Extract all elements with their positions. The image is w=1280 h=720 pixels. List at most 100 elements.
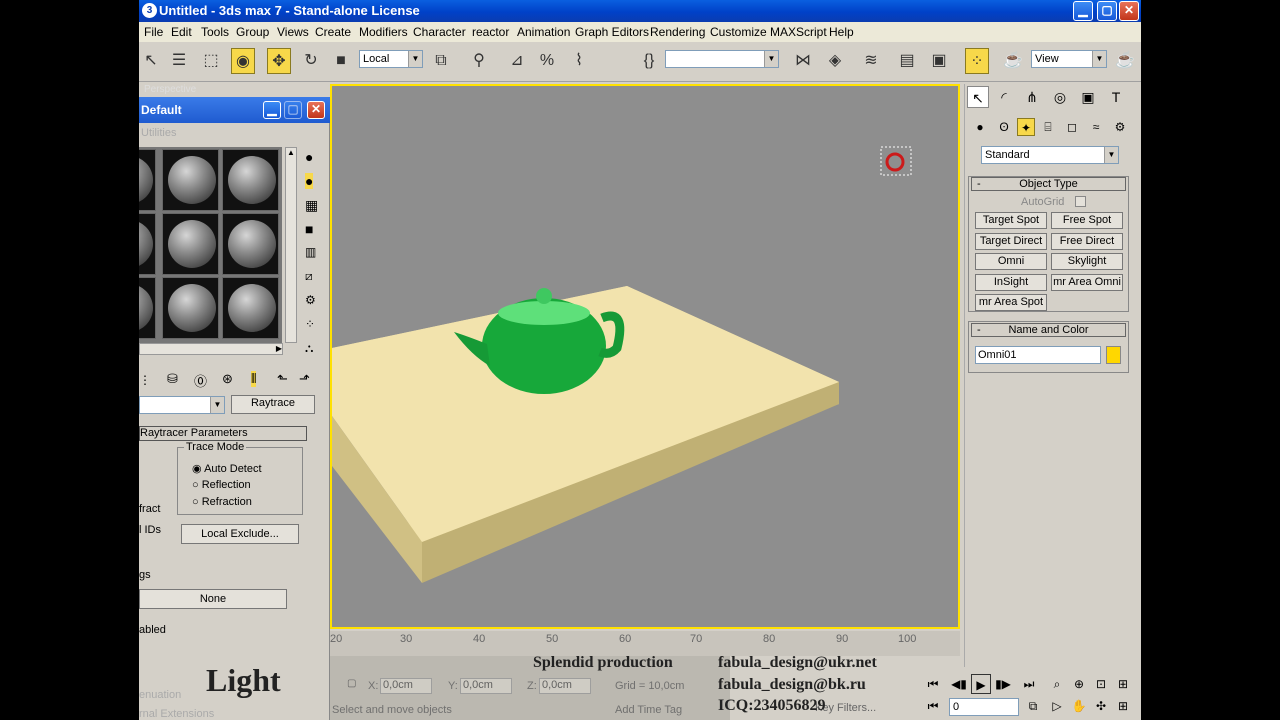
- menu-help[interactable]: Help: [829, 25, 854, 39]
- local-exclude-button[interactable]: Local Exclude...: [181, 524, 299, 544]
- render-scene-icon[interactable]: ☕: [1001, 48, 1025, 74]
- name-and-color-header[interactable]: - Name and Color: [971, 323, 1126, 337]
- angle-snap-icon[interactable]: ⊿: [505, 48, 529, 74]
- lights-icon[interactable]: ✦: [1017, 118, 1035, 136]
- schematic-view-icon[interactable]: ▣: [927, 48, 951, 74]
- shapes-icon[interactable]: ʘ: [995, 118, 1013, 136]
- omni-button[interactable]: Omni: [975, 253, 1047, 270]
- object-color-swatch[interactable]: [1106, 346, 1121, 364]
- display-tab-icon[interactable]: ▣: [1077, 86, 1099, 108]
- arc-rotate-icon[interactable]: ✣: [1091, 696, 1111, 716]
- systems-icon[interactable]: ⚙: [1111, 118, 1129, 136]
- mr-area-omni-button[interactable]: mr Area Omni: [1051, 274, 1123, 291]
- z-coordinate-field[interactable]: 0,0cm: [539, 678, 591, 694]
- select-and-scale-icon[interactable]: ■: [329, 48, 353, 74]
- modify-tab-icon[interactable]: ◜: [993, 86, 1015, 108]
- reference-coordinate-dropdown[interactable]: Local ▼: [359, 50, 423, 68]
- select-and-link-icon[interactable]: ⚲: [467, 48, 491, 74]
- material-type-button[interactable]: Raytrace: [231, 395, 315, 414]
- maximize-button[interactable]: ▢: [284, 101, 302, 119]
- radio-refraction[interactable]: ○ Refraction: [192, 496, 252, 508]
- radio-reflection[interactable]: ○ Reflection: [192, 479, 251, 491]
- sample-slot[interactable]: [162, 149, 219, 211]
- zoom-extents-icon[interactable]: ⊡: [1091, 674, 1111, 694]
- options-icon[interactable]: ⚙: [305, 293, 316, 307]
- show-map-icon[interactable]: ⊛: [222, 371, 233, 387]
- menu-maxscript[interactable]: MAXScript: [770, 25, 827, 39]
- pick-material-icon[interactable]: ⋮: [139, 373, 151, 387]
- select-and-move-icon[interactable]: ✥: [267, 48, 291, 74]
- cameras-icon[interactable]: ⌸: [1039, 118, 1057, 136]
- render-type-dropdown[interactable]: View ▼: [1031, 50, 1107, 68]
- menu-group[interactable]: Group: [236, 25, 269, 39]
- select-by-material-icon[interactable]: ⁘: [305, 317, 315, 331]
- space-warps-icon[interactable]: ≈: [1087, 118, 1105, 136]
- hierarchy-tab-icon[interactable]: ⋔: [1021, 86, 1043, 108]
- skylight-button[interactable]: Skylight: [1051, 253, 1123, 270]
- lock-selection-icon[interactable]: ▢: [347, 678, 356, 689]
- select-by-name-icon[interactable]: ☰: [167, 48, 191, 74]
- target-direct-button[interactable]: Target Direct: [975, 233, 1047, 250]
- menu-edit[interactable]: Edit: [171, 25, 192, 39]
- sample-type-icon[interactable]: ●: [305, 149, 313, 165]
- sample-slot[interactable]: [139, 213, 156, 275]
- pivot-center-icon[interactable]: ⧉: [429, 48, 453, 74]
- material-name-dropdown[interactable]: ▼: [139, 396, 225, 414]
- object-name-field[interactable]: Omni01: [975, 346, 1101, 364]
- maximize-button[interactable]: ▢: [1097, 1, 1117, 21]
- menu-create[interactable]: Create: [315, 25, 351, 39]
- mirror-icon[interactable]: ⋈: [791, 48, 815, 74]
- menu-rendering[interactable]: Rendering: [650, 25, 705, 39]
- select-object-icon[interactable]: ↖: [139, 48, 163, 74]
- menu-views[interactable]: Views: [277, 25, 309, 39]
- menu-animation[interactable]: Animation: [517, 25, 570, 39]
- show-end-result-icon[interactable]: ⫴: [251, 371, 257, 387]
- autogrid-checkbox[interactable]: [1075, 196, 1086, 207]
- pan-hand-icon[interactable]: ✋: [1069, 696, 1089, 716]
- free-direct-button[interactable]: Free Direct: [1051, 233, 1123, 250]
- next-frame-icon[interactable]: ▮▶: [993, 674, 1013, 694]
- zoom-icon[interactable]: ⌕: [1047, 674, 1067, 694]
- sample-slot[interactable]: [139, 149, 156, 211]
- mr-area-spot-button[interactable]: mr Area Spot: [975, 294, 1047, 311]
- make-preview-icon[interactable]: ⧄: [305, 269, 313, 284]
- perspective-viewport[interactable]: [330, 84, 960, 629]
- go-to-parent-icon[interactable]: ⬑: [277, 371, 288, 387]
- omni-light-icon[interactable]: [885, 152, 905, 172]
- percent-snap-icon[interactable]: %: [535, 48, 559, 74]
- insight-button[interactable]: InSight: [975, 274, 1047, 291]
- timeline[interactable]: 20 30 40 50 60 70 80 90 100: [330, 631, 960, 656]
- category-dropdown[interactable]: Standard ▼: [981, 146, 1119, 164]
- maximize-viewport-icon[interactable]: ⊞: [1113, 696, 1133, 716]
- geometry-icon[interactable]: ●: [971, 118, 989, 136]
- material-editor-icon[interactable]: ⁘: [965, 48, 989, 74]
- sample-slot[interactable]: [222, 277, 279, 339]
- menu-customize[interactable]: Customize: [710, 25, 767, 39]
- rectangular-selection-icon[interactable]: ⬚: [199, 48, 223, 74]
- menu-character[interactable]: Character: [413, 25, 466, 39]
- current-frame-field[interactable]: 0: [949, 698, 1019, 716]
- none-button[interactable]: None: [139, 589, 287, 609]
- material-id-icon[interactable]: ⓪: [194, 371, 207, 390]
- minimize-button[interactable]: ▁: [1073, 1, 1093, 21]
- go-to-end-icon[interactable]: ⏭: [1019, 674, 1039, 694]
- go-to-start-icon[interactable]: ⏮: [923, 674, 943, 694]
- minimize-button[interactable]: ▁: [263, 101, 281, 119]
- background-checker-icon[interactable]: ▦: [305, 197, 318, 214]
- zoom-all-icon[interactable]: ⊕: [1069, 674, 1089, 694]
- quick-render-icon[interactable]: ☕: [1113, 48, 1137, 74]
- key-mode-icon[interactable]: ⏮: [923, 696, 943, 716]
- menu-graph-editors[interactable]: Graph Editors: [575, 25, 649, 39]
- previous-frame-icon[interactable]: ◀▮: [949, 674, 969, 694]
- motion-tab-icon[interactable]: ◎: [1049, 86, 1071, 108]
- video-color-check-icon[interactable]: ▥: [305, 245, 316, 259]
- object-type-header[interactable]: - Object Type: [971, 177, 1126, 191]
- menu-modifiers[interactable]: Modifiers: [359, 25, 408, 39]
- close-button[interactable]: ✕: [307, 101, 325, 119]
- slots-scrollbar[interactable]: ▲: [285, 147, 297, 343]
- select-and-rotate-icon[interactable]: ↻: [299, 48, 323, 74]
- menu-utilities[interactable]: Utilities: [141, 127, 176, 139]
- utilities-tab-icon[interactable]: T: [1105, 86, 1127, 108]
- spinner-snap-icon[interactable]: ⌇: [567, 48, 591, 74]
- add-time-tag-button[interactable]: Add Time Tag: [615, 704, 682, 716]
